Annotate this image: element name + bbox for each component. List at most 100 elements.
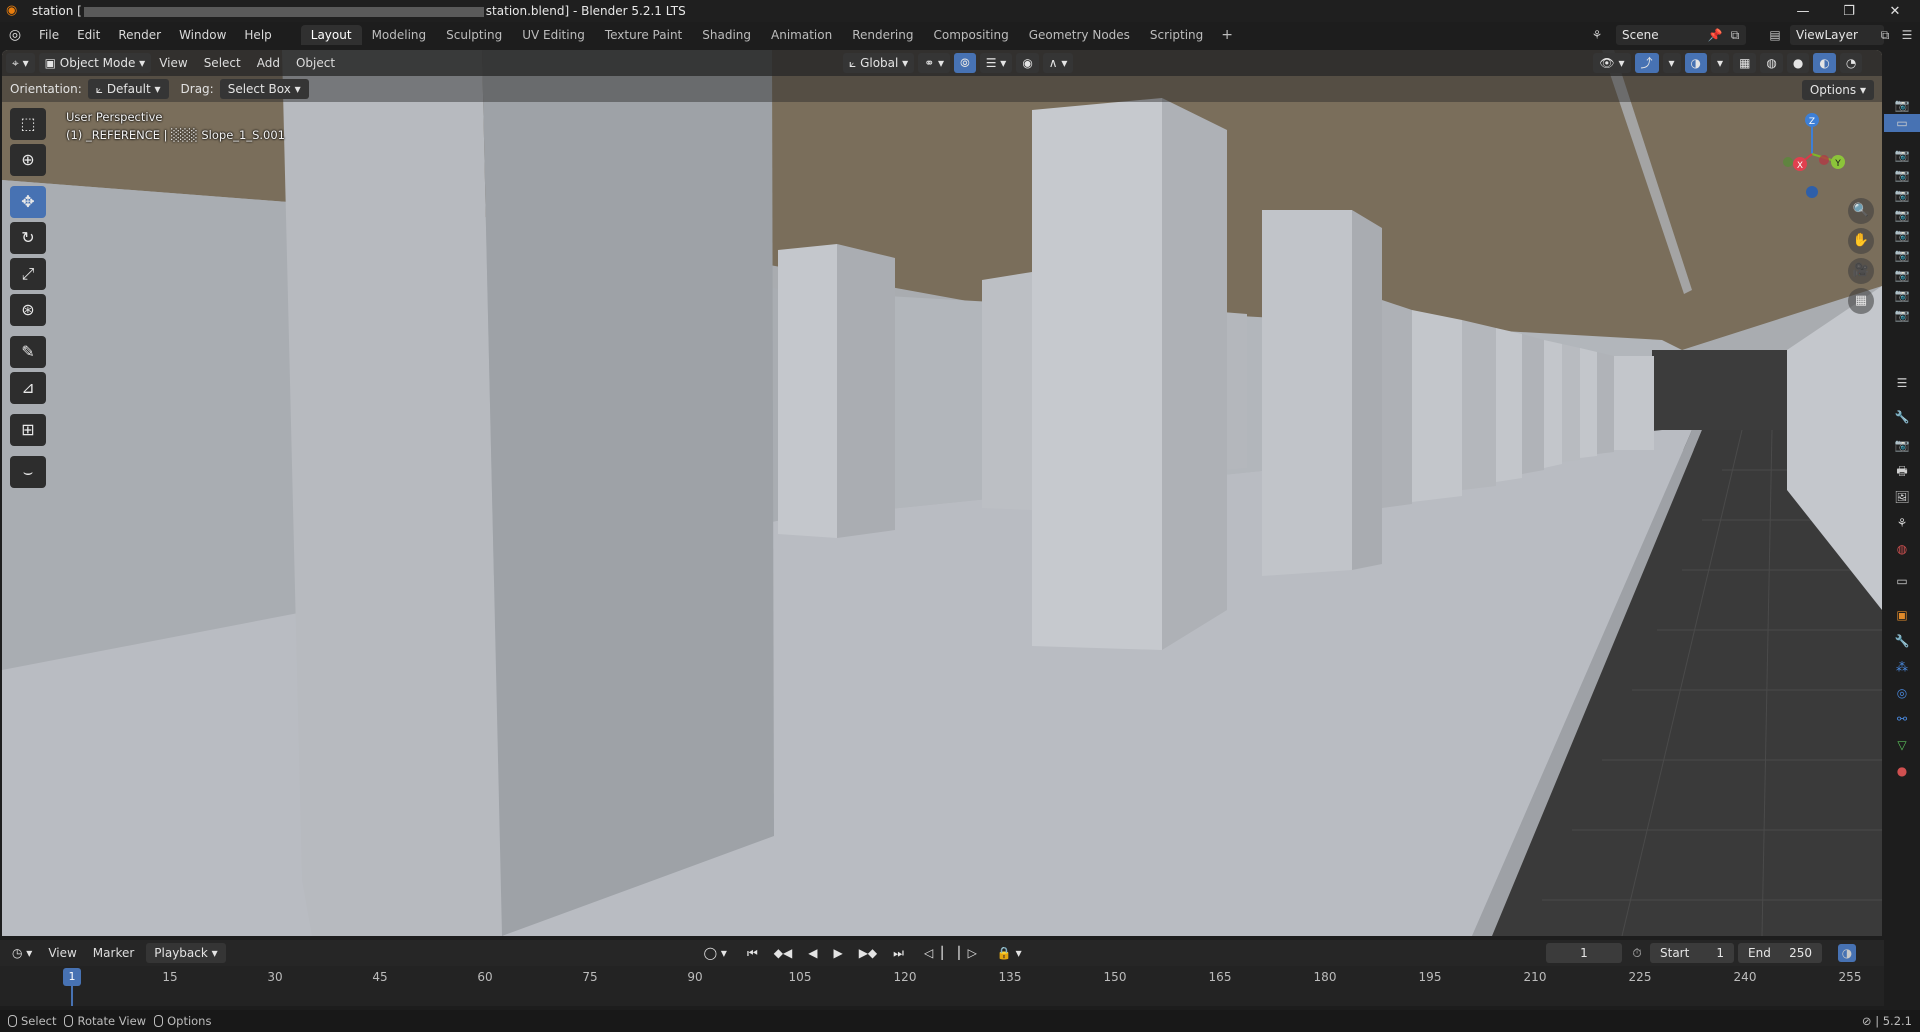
pan-hand-icon[interactable]: ✋ — [1848, 228, 1874, 254]
menu-select[interactable]: Select — [196, 50, 249, 76]
overlay-dropdown-icon[interactable]: ▾ — [1711, 53, 1730, 73]
snap-target-icon[interactable]: ☰ ▾ — [979, 53, 1013, 73]
snap-icon[interactable]: ⦾ — [954, 53, 976, 73]
timeline-overlay-icon[interactable]: ◑ — [1838, 944, 1856, 962]
menu-render[interactable]: Render — [109, 22, 170, 48]
add-workspace-button[interactable]: + — [1213, 27, 1241, 43]
render-visibility-icon-3[interactable]: 📷 — [1884, 186, 1920, 204]
new-view-layer-icon[interactable]: ⧉ — [1876, 26, 1894, 44]
properties-editor-icon[interactable]: ☰ — [1884, 374, 1920, 392]
tab-rendering[interactable]: Rendering — [842, 25, 923, 45]
auto-keying-icon[interactable]: ◯ ▾ — [696, 943, 735, 963]
jump-keyframe-back-icon[interactable]: ◆◀ — [766, 943, 800, 963]
keying-set-icon[interactable]: 🔒 ▾ — [989, 943, 1030, 963]
navigation-gizmo[interactable]: Z Y X — [1762, 104, 1862, 204]
pivot-point-icon[interactable]: ⚭ ▾ — [918, 53, 951, 73]
render-visibility-icon-5[interactable]: 📷 — [1884, 226, 1920, 244]
view-layer-properties-icon[interactable]: 🖼 — [1884, 488, 1920, 506]
menu-view[interactable]: View — [151, 50, 195, 76]
mode-dropdown[interactable]: ▣ Object Mode ▾ — [38, 53, 152, 73]
tab-modeling[interactable]: Modeling — [362, 25, 437, 45]
visibility-icon[interactable]: 👁 ▾ — [1593, 53, 1631, 73]
shading-material-icon[interactable]: ◐ — [1813, 53, 1836, 73]
extrude-curve-icon[interactable]: ⌣ — [10, 456, 46, 488]
end-frame-field[interactable]: End 250 — [1738, 943, 1822, 963]
material-properties-icon[interactable]: ● — [1884, 762, 1920, 780]
play-icon[interactable]: ▶ — [825, 943, 850, 963]
drag-dropdown[interactable]: Select Box ▾ — [219, 79, 309, 99]
tab-scripting[interactable]: Scripting — [1140, 25, 1213, 45]
render-visibility-icon-8[interactable]: 📷 — [1884, 286, 1920, 304]
playhead-frame[interactable]: 1 — [63, 968, 81, 986]
preview-range-icon[interactable]: ⏱ — [1628, 944, 1646, 962]
scale-icon[interactable]: ⤢ — [10, 258, 46, 290]
minimize-icon[interactable]: — — [1780, 0, 1826, 22]
menu-window[interactable]: Window — [170, 22, 235, 48]
timeline-menu-marker[interactable]: Marker — [85, 946, 142, 960]
render-visibility-icon-1[interactable]: 📷 — [1884, 146, 1920, 164]
rotate-icon[interactable]: ↻ — [10, 222, 46, 254]
gizmo-toggle-icon[interactable]: ⤴ — [1634, 53, 1659, 73]
tool-properties-icon[interactable]: 🔧 — [1884, 408, 1920, 426]
play-reverse-icon[interactable]: ◀ — [800, 943, 825, 963]
physics-properties-icon[interactable]: ◎ — [1884, 684, 1920, 702]
proportional-edit-icon[interactable]: ◉ — [1016, 53, 1039, 73]
editor-type-button[interactable]: ⌖ ▾ — [6, 53, 35, 73]
menu-add[interactable]: Add — [249, 50, 288, 76]
object-properties-icon[interactable]: ▣ — [1884, 606, 1920, 624]
camera-view-icon[interactable]: 🎥 — [1848, 258, 1874, 284]
tab-layout[interactable]: Layout — [300, 25, 362, 45]
collection-selected-icon[interactable]: ▭ — [1884, 114, 1920, 132]
tab-animation[interactable]: Animation — [761, 25, 842, 45]
options-dropdown[interactable]: Options ▾ — [1801, 80, 1874, 100]
falloff-icon[interactable]: ∧ ▾ — [1042, 53, 1074, 73]
menu-file[interactable]: File — [30, 22, 68, 48]
new-scene-icon[interactable]: ⧉ — [1726, 26, 1744, 44]
transform-icon[interactable]: ⊛ — [10, 294, 46, 326]
select-box-icon[interactable]: ⬚ — [10, 108, 46, 140]
collection-properties-icon[interactable]: ▭ — [1884, 572, 1920, 590]
constraints-properties-icon[interactable]: ⚯ — [1884, 710, 1920, 728]
move-icon[interactable]: ✥ — [10, 186, 46, 218]
scene-selector-icon[interactable]: ⚘ — [1588, 26, 1606, 44]
shading-wireframe-icon[interactable]: ◍ — [1760, 53, 1783, 73]
render-visibility-icon-6[interactable]: 📷 — [1884, 246, 1920, 264]
tab-texture-paint[interactable]: Texture Paint — [595, 25, 692, 45]
menu-edit[interactable]: Edit — [68, 22, 109, 48]
view-layer-field[interactable]: ViewLayer — [1790, 25, 1884, 45]
shading-rendered-icon[interactable]: ◔ — [1839, 53, 1863, 73]
shading-solid-icon[interactable]: ● — [1786, 53, 1810, 73]
blender-menu-icon[interactable]: ◎ — [6, 26, 24, 44]
current-frame-field[interactable]: 1 — [1546, 943, 1622, 963]
outliner-editor-icon[interactable]: ☰ — [1898, 26, 1916, 44]
overlay-toggle-icon[interactable]: ◑ — [1684, 53, 1708, 73]
pin-icon[interactable]: 📌 — [1706, 26, 1724, 44]
keyframe-next-icon[interactable]: ▏▷ — [950, 943, 984, 963]
maximize-icon[interactable]: ❐ — [1826, 0, 1872, 22]
timeline-editor-icon[interactable]: ◷ ▾ — [4, 943, 40, 963]
keyframe-prev-icon[interactable]: ◁▕ — [916, 943, 950, 963]
tab-uv-editing[interactable]: UV Editing — [512, 25, 595, 45]
render-properties-icon[interactable]: 📷 — [1884, 436, 1920, 454]
tab-compositing[interactable]: Compositing — [923, 25, 1018, 45]
menu-help[interactable]: Help — [235, 22, 280, 48]
start-frame-field[interactable]: Start 1 — [1650, 943, 1734, 963]
add-cube-icon[interactable]: ⊞ — [10, 414, 46, 446]
menu-object[interactable]: Object — [288, 50, 343, 76]
cursor-icon[interactable]: ⊕ — [10, 144, 46, 176]
measure-icon[interactable]: ⊿ — [10, 372, 46, 404]
timeline-menu-view[interactable]: View — [40, 946, 84, 960]
data-properties-icon[interactable]: ▽ — [1884, 736, 1920, 754]
particles-properties-icon[interactable]: ⁂ — [1884, 658, 1920, 676]
orientation-dropdown[interactable]: ⟀ Default ▾ — [87, 79, 169, 99]
tab-geometry-nodes[interactable]: Geometry Nodes — [1019, 25, 1140, 45]
render-visibility-icon-4[interactable]: 📷 — [1884, 206, 1920, 224]
camera-restrict-icon[interactable]: 📷 — [1884, 96, 1920, 114]
perspective-toggle-icon[interactable]: ▦ — [1848, 288, 1874, 314]
jump-end-icon[interactable]: ⏭ — [885, 943, 912, 963]
jump-keyframe-forward-icon[interactable]: ▶◆ — [851, 943, 885, 963]
zoom-icon[interactable]: 🔍 — [1848, 198, 1874, 224]
playback-dropdown[interactable]: Playback ▾ — [146, 943, 226, 963]
timeline-ruler[interactable]: 15 30 45 60 75 90 105 120 135 150 165 18… — [0, 966, 1884, 1006]
scene-properties-icon[interactable]: ⚘ — [1884, 514, 1920, 532]
